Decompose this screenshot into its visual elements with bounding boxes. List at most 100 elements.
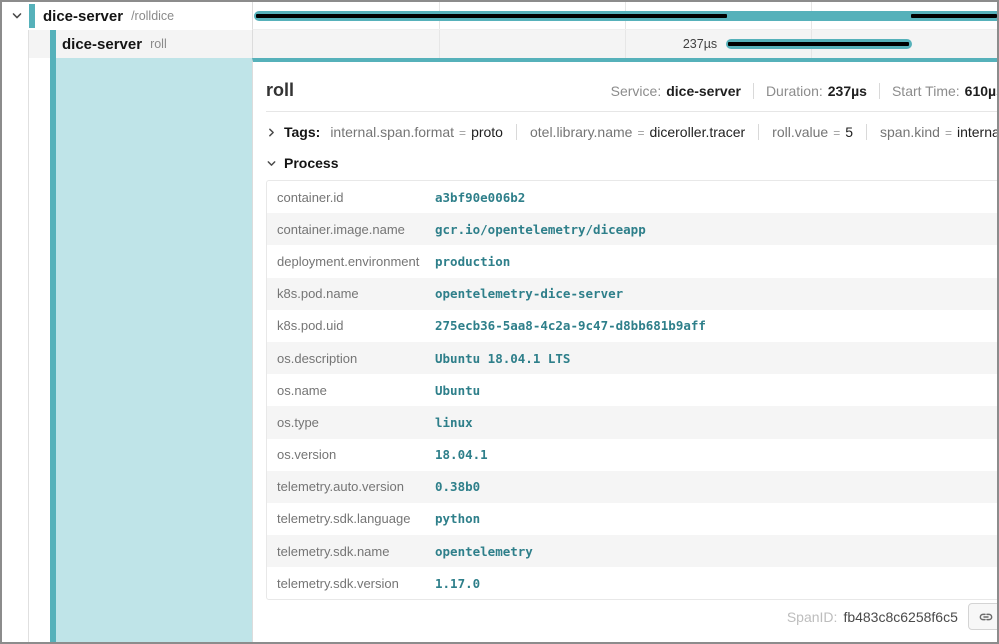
process-key: telemetry.auto.version <box>267 479 435 494</box>
process-key: os.version <box>267 447 435 462</box>
process-key: telemetry.sdk.name <box>267 544 435 559</box>
spanid-label: SpanID: <box>787 609 838 625</box>
process-value: linux <box>435 415 473 430</box>
tag-equals: = <box>632 126 649 140</box>
process-key: os.name <box>267 383 435 398</box>
process-value: 0.38b0 <box>435 479 480 494</box>
span-name-cell-rolldice[interactable]: dice-server /rolldice <box>2 2 252 30</box>
chevron-down-icon <box>266 158 277 169</box>
process-table-row: k8s.pod.uid 275ecb36-5aa8-4c2a-9c47-d8bb… <box>267 310 999 342</box>
tag-equals: = <box>454 126 471 140</box>
process-value: production <box>435 254 510 269</box>
span-detail-footer: SpanID: fb483c8c6258f6c5 <box>253 603 999 642</box>
span-row-rolldice[interactable]: dice-server /rolldice <box>2 2 997 30</box>
process-key: container.id <box>267 190 435 205</box>
process-value: a3bf90e006b2 <box>435 190 525 205</box>
tags-section: Tags: internal.span.format = proto otel.… <box>253 112 999 144</box>
service-color-bar <box>50 30 56 58</box>
process-table-row: telemetry.auto.version 0.38b0 <box>267 471 999 503</box>
tag-value: diceroller.tracer <box>649 124 745 140</box>
process-key: deployment.environment <box>267 254 435 269</box>
service-value: dice-server <box>666 83 741 99</box>
process-value: 275ecb36-5aa8-4c2a-9c47-d8bb681b9aff <box>435 318 706 333</box>
service-label: Service: <box>611 83 662 99</box>
collapse-chevron-icon[interactable] <box>10 9 24 23</box>
process-table-row: os.description Ubuntu 18.04.1 LTS <box>267 342 999 374</box>
process-table-row: os.type linux <box>267 406 999 438</box>
overview-start-time: Start Time: 610µs <box>879 83 999 99</box>
tag-list: internal.span.format = proto otel.librar… <box>330 124 999 140</box>
process-key: os.type <box>267 415 435 430</box>
process-heading: Process <box>284 155 338 171</box>
process-table-row: os.version 18.04.1 <box>267 439 999 471</box>
process-section-header: Process <box>253 144 999 178</box>
process-kv-table: container.id a3bf90e006b2 container.imag… <box>266 180 999 600</box>
spanid-value: fb483c8c6258f6c5 <box>843 609 957 625</box>
process-table-row: os.name Ubuntu <box>267 374 999 406</box>
tag-key: internal.span.format <box>330 124 454 140</box>
link-icon <box>978 609 994 625</box>
operation-name: /rolldice <box>131 9 174 23</box>
process-key: os.description <box>267 351 435 366</box>
tag-value: 5 <box>845 124 853 140</box>
process-table-row: telemetry.sdk.version 1.17.0 <box>267 567 999 599</box>
operation-name: roll <box>150 37 167 51</box>
process-key: k8s.pod.uid <box>267 318 435 333</box>
process-value: Ubuntu <box>435 383 480 398</box>
service-name: dice-server <box>62 36 142 53</box>
critical-path-segment <box>911 14 997 18</box>
critical-path-segment <box>256 14 727 18</box>
process-toggle[interactable]: Process <box>266 155 338 171</box>
process-table-row: k8s.pod.name opentelemetry-dice-server <box>267 278 999 310</box>
indent-column <box>2 58 29 642</box>
span-detail-header: roll Service: dice-server Duration: 237µ… <box>253 62 999 111</box>
process-table-row: telemetry.sdk.name opentelemetry <box>267 535 999 567</box>
start-time-value: 610µs <box>965 83 999 99</box>
process-table-row: container.image.name gcr.io/opentelemetr… <box>267 213 999 245</box>
selected-span-highlight <box>56 58 252 642</box>
tag-key: span.kind <box>880 124 940 140</box>
process-key: telemetry.sdk.version <box>267 576 435 591</box>
tags-heading: Tags: <box>284 124 320 140</box>
tag-item: span.kind = internal <box>866 124 999 140</box>
process-value: Ubuntu 18.04.1 LTS <box>435 351 570 366</box>
process-table-row: deployment.environment production <box>267 245 999 277</box>
tag-item: otel.library.name = diceroller.tracer <box>516 124 745 140</box>
tag-value: internal <box>957 124 999 140</box>
indent-guide <box>2 30 29 58</box>
copy-link-button[interactable] <box>968 603 999 630</box>
timeline-cell-rolldice[interactable] <box>252 2 997 30</box>
trace-timeline: dice-server /rolldice dice-server roll <box>2 2 997 58</box>
service-name: dice-server <box>43 8 123 25</box>
critical-path-segment <box>728 42 909 46</box>
overview-service: Service: dice-server <box>611 83 741 99</box>
tag-equals: = <box>940 126 957 140</box>
detail-left-rail <box>2 58 252 642</box>
duration-value: 237µs <box>828 83 867 99</box>
tag-equals: = <box>828 126 845 140</box>
process-table-row: telemetry.sdk.language python <box>267 503 999 535</box>
process-value: python <box>435 511 480 526</box>
start-time-label: Start Time: <box>892 83 960 99</box>
indent-column <box>29 58 50 642</box>
process-key: k8s.pod.name <box>267 286 435 301</box>
duration-label: Duration: <box>766 83 823 99</box>
span-overview: Service: dice-server Duration: 237µs Sta… <box>611 83 999 99</box>
timeline-cell-roll[interactable]: 237µs <box>252 30 997 58</box>
process-key: telemetry.sdk.language <box>267 511 435 526</box>
tag-key: otel.library.name <box>530 124 632 140</box>
process-value: opentelemetry-dice-server <box>435 286 623 301</box>
service-color-bar <box>29 4 35 28</box>
process-value: gcr.io/opentelemetry/diceapp <box>435 222 646 237</box>
tag-item: roll.value = 5 <box>758 124 853 140</box>
span-detail-panel: roll Service: dice-server Duration: 237µ… <box>252 58 999 642</box>
span-name-cell-roll[interactable]: dice-server roll <box>2 30 252 58</box>
chevron-right-icon <box>266 127 277 138</box>
tag-value: proto <box>471 124 503 140</box>
tag-item: internal.span.format = proto <box>330 124 503 140</box>
tag-key: roll.value <box>772 124 828 140</box>
span-row-roll[interactable]: dice-server roll 237µs <box>2 30 997 58</box>
process-value: 1.17.0 <box>435 576 480 591</box>
tags-toggle[interactable]: Tags: <box>266 124 320 140</box>
process-key: container.image.name <box>267 222 435 237</box>
